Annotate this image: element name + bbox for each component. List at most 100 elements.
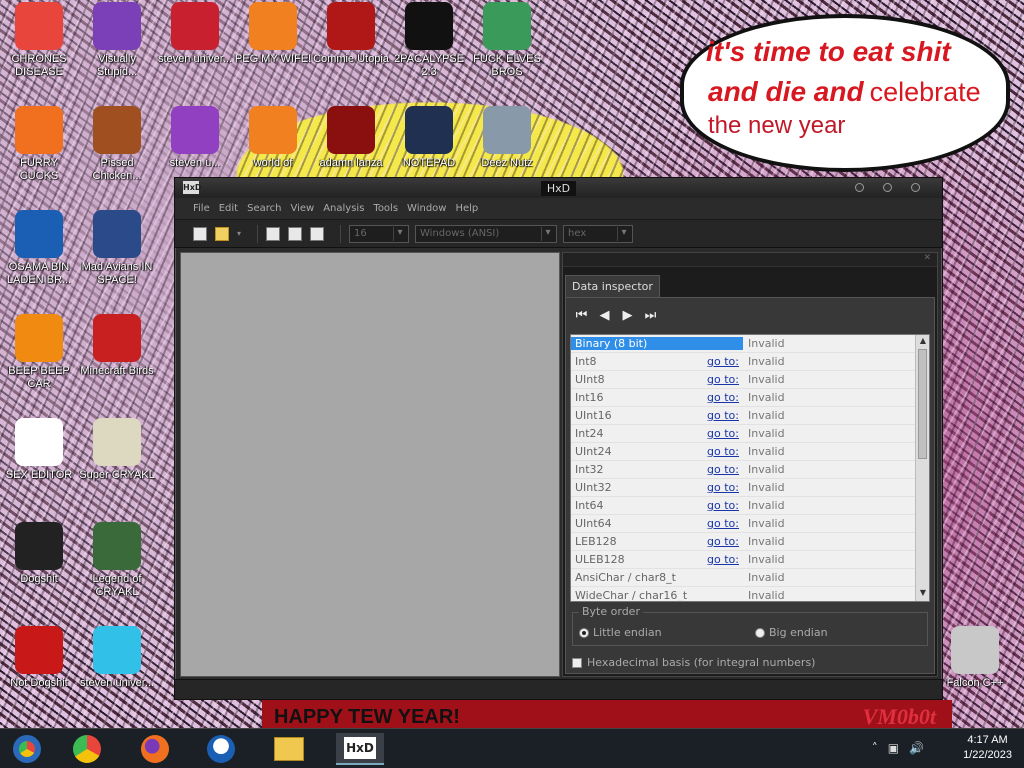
row-name-cell[interactable]: UInt32 go to:: [571, 481, 743, 494]
table-row[interactable]: UInt32 go to: Invalid: [571, 479, 929, 497]
row-value-cell[interactable]: Invalid: [743, 481, 785, 494]
desktop-icon[interactable]: Pissed Chicken...: [78, 106, 156, 183]
taskbar-obama[interactable]: [200, 733, 242, 765]
goto-link[interactable]: go to:: [707, 391, 739, 404]
new-file-icon[interactable]: [193, 226, 207, 241]
open-folder-icon[interactable]: [215, 226, 229, 241]
taskbar-hxd[interactable]: HxD: [336, 733, 384, 765]
next-icon[interactable]: ▶: [620, 308, 635, 323]
row-value-cell[interactable]: Invalid: [743, 517, 785, 530]
menu-window[interactable]: Window: [407, 203, 446, 214]
tab-data-inspector[interactable]: Data inspector: [565, 275, 660, 297]
row-value-cell[interactable]: Invalid: [743, 463, 785, 476]
desktop-icon[interactable]: Dogshit: [0, 522, 78, 586]
desktop-icon[interactable]: Mad Avians IN SPACE!: [78, 210, 156, 287]
row-value-cell[interactable]: Invalid: [743, 589, 785, 601]
row-name-cell[interactable]: Binary (8 bit): [571, 337, 743, 350]
first-icon[interactable]: ⏮: [574, 308, 589, 323]
desktop-icon[interactable]: FURRY CUCKS: [0, 106, 78, 183]
last-icon[interactable]: ⏭: [643, 308, 658, 323]
hex-basis-checkbox[interactable]: Hexadecimal basis (for integral numbers): [572, 656, 815, 669]
goto-link[interactable]: go to:: [707, 517, 739, 530]
row-value-cell[interactable]: Invalid: [743, 571, 785, 584]
table-row[interactable]: Int64 go to: Invalid: [571, 497, 929, 515]
desktop-icon[interactable]: steven univer...: [78, 626, 156, 690]
menu-file[interactable]: File: [193, 203, 210, 214]
row-value-cell[interactable]: Invalid: [743, 445, 785, 458]
row-name-cell[interactable]: UInt8 go to:: [571, 373, 743, 386]
clock[interactable]: 4:17 AM 1/22/2023: [963, 733, 1012, 763]
table-row[interactable]: UInt24 go to: Invalid: [571, 443, 929, 461]
goto-link[interactable]: go to:: [707, 553, 739, 566]
desktop-icon[interactable]: PEG MY WIFE!: [234, 2, 312, 66]
row-name-cell[interactable]: LEB128 go to:: [571, 535, 743, 548]
row-name-cell[interactable]: Int64 go to:: [571, 499, 743, 512]
desktop-icon[interactable]: Legend of CRYAKL: [78, 522, 156, 599]
row-value-cell[interactable]: Invalid: [743, 373, 785, 386]
goto-link[interactable]: go to:: [707, 355, 739, 368]
save-icon[interactable]: [266, 226, 281, 241]
taskbar-file-explorer[interactable]: [268, 733, 310, 765]
scroll-up-icon[interactable]: ▲: [916, 336, 929, 348]
hex-editor-area[interactable]: [180, 252, 560, 677]
show-hidden-icon[interactable]: ˄: [872, 741, 878, 755]
title-bar[interactable]: HxD HxD: [175, 178, 942, 198]
goto-link[interactable]: go to:: [707, 409, 739, 422]
desktop-icon[interactable]: Deez Nutz: [468, 106, 546, 170]
desktop-icon[interactable]: Falcon C++: [936, 626, 1014, 690]
menu-tools[interactable]: Tools: [373, 203, 398, 214]
row-name-cell[interactable]: Int8 go to:: [571, 355, 743, 368]
goto-link[interactable]: go to:: [707, 463, 739, 476]
goto-link[interactable]: go to:: [707, 373, 739, 386]
desktop-icon[interactable]: world of: [234, 106, 312, 170]
little-endian-radio[interactable]: Little endian: [579, 626, 662, 639]
previous-icon[interactable]: ◀: [597, 308, 612, 323]
desktop-icon[interactable]: Not Dogshit: [0, 626, 78, 690]
row-value-cell[interactable]: Invalid: [743, 553, 785, 566]
table-row[interactable]: Int32 go to: Invalid: [571, 461, 929, 479]
goto-link[interactable]: go to:: [707, 499, 739, 512]
window-icon[interactable]: [310, 226, 325, 241]
scroll-down-icon[interactable]: ▼: [916, 588, 929, 600]
row-value-cell[interactable]: Invalid: [743, 337, 785, 350]
vertical-scrollbar[interactable]: ▲ ▼: [915, 335, 929, 601]
row-name-cell[interactable]: UInt64 go to:: [571, 517, 743, 530]
checkbox-unchecked-icon[interactable]: [572, 657, 582, 668]
desktop-icon[interactable]: Visually Stupid...: [78, 2, 156, 79]
row-name-cell[interactable]: Int24 go to:: [571, 427, 743, 440]
row-name-cell[interactable]: Int16 go to:: [571, 391, 743, 404]
table-row[interactable]: AnsiChar / char8_t Invalid: [571, 569, 929, 587]
row-value-cell[interactable]: Invalid: [743, 409, 785, 422]
desktop-icon[interactable]: NOTEPAD: [390, 106, 468, 170]
goto-link[interactable]: go to:: [707, 445, 739, 458]
table-row[interactable]: LEB128 go to: Invalid: [571, 533, 929, 551]
menu-search[interactable]: Search: [247, 203, 281, 214]
maximize-button[interactable]: [883, 183, 892, 192]
row-name-cell[interactable]: UInt16 go to:: [571, 409, 743, 422]
close-panel-icon[interactable]: ✕: [923, 253, 931, 263]
network-icon[interactable]: ▣: [888, 741, 899, 755]
desktop-icon[interactable]: 2PACALYPSE 2.3: [390, 2, 468, 79]
row-value-cell[interactable]: Invalid: [743, 391, 785, 404]
radio-unchecked-icon[interactable]: [755, 627, 765, 638]
charset-select[interactable]: Windows (ANSI): [415, 224, 558, 243]
row-value-cell[interactable]: Invalid: [743, 535, 785, 548]
row-name-cell[interactable]: WideChar / char16_t: [571, 589, 743, 601]
table-row[interactable]: Binary (8 bit) Invalid: [571, 335, 929, 353]
hxd-window[interactable]: HxD HxD File Edit Search View Analysis T…: [174, 177, 943, 700]
desktop-icon[interactable]: CHRONES DISEASE: [0, 2, 78, 79]
goto-link[interactable]: go to:: [707, 535, 739, 548]
goto-link[interactable]: go to:: [707, 481, 739, 494]
row-name-cell[interactable]: UInt24 go to:: [571, 445, 743, 458]
inspector-grid[interactable]: Binary (8 bit) Invalid Int8 go to: Invalid UI…: [570, 334, 930, 602]
desktop-icon[interactable]: OSAMA BIN LADEN BR...: [0, 210, 78, 287]
minimize-button[interactable]: [855, 183, 864, 192]
table-row[interactable]: Int24 go to: Invalid: [571, 425, 929, 443]
close-button[interactable]: [911, 183, 920, 192]
table-row[interactable]: Int16 go to: Invalid: [571, 389, 929, 407]
desktop-icon[interactable]: steven u...: [156, 106, 234, 170]
bytes-per-row-select[interactable]: 16: [349, 224, 410, 243]
big-endian-radio[interactable]: Big endian: [755, 626, 828, 639]
row-value-cell[interactable]: Invalid: [743, 499, 785, 512]
goto-link[interactable]: go to:: [707, 427, 739, 440]
